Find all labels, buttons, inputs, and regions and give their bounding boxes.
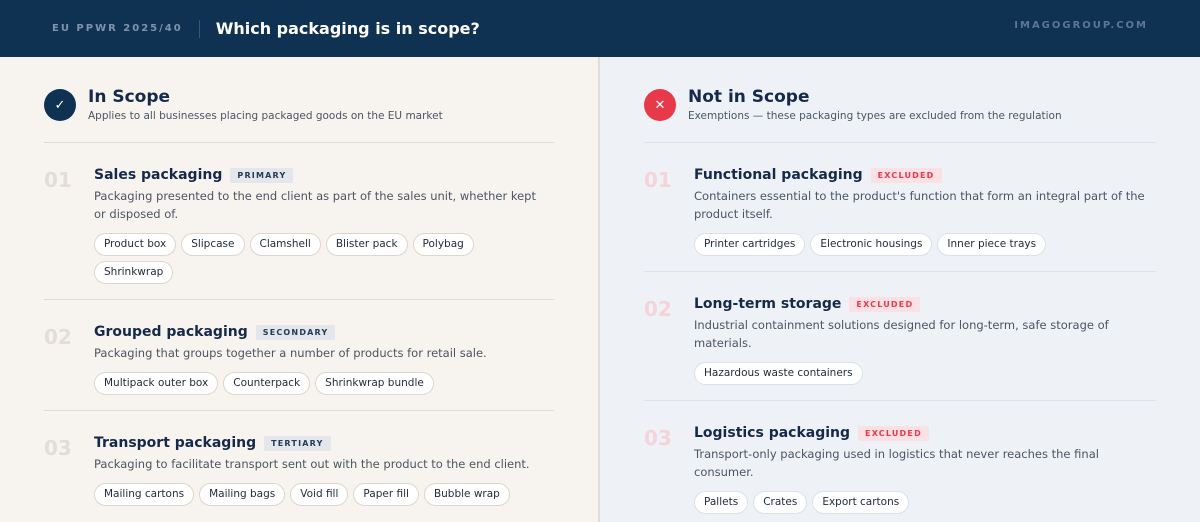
item-title: Grouped packaging <box>94 324 248 340</box>
example-chip: Pallets <box>694 491 749 514</box>
example-chip: Mailing bags <box>199 483 286 506</box>
in-scope-item: 02 Grouped packaging SECONDARY Packaging… <box>44 300 554 411</box>
header-divider <box>198 19 200 38</box>
example-chip: Hazardous waste containers <box>694 362 863 385</box>
item-number: 01 <box>644 168 672 192</box>
example-chip: Bubble wrap <box>423 483 510 506</box>
x-icon: ✕ <box>644 89 676 121</box>
item-number: 01 <box>44 168 72 192</box>
example-chip: Product box <box>94 233 177 256</box>
item-chips: Hazardous waste containers <box>694 362 1152 385</box>
not-in-scope-list: 01 Functional packaging EXCLUDED Contain… <box>644 143 1156 522</box>
not-in-scope-item: 02 Long-term storage EXCLUDED Industrial… <box>644 272 1156 401</box>
item-description: Packaging to facilitate transport sent o… <box>94 457 530 471</box>
item-number: 03 <box>644 426 672 450</box>
item-description: Containers essential to the product's fu… <box>694 189 1145 221</box>
item-title: Long-term storage <box>694 296 842 312</box>
excluded-tag: EXCLUDED <box>858 425 929 441</box>
item-title: Transport packaging <box>94 435 257 451</box>
page-title: Which packaging is in scope? <box>215 19 480 38</box>
item-chips: Printer cartridges Electronic housings I… <box>694 233 1152 256</box>
example-chip: Multipack outer box <box>94 372 219 395</box>
item-description: Packaging that groups together a number … <box>94 346 487 360</box>
example-chip: Export cartons <box>812 491 910 514</box>
item-title: Logistics packaging <box>694 425 851 441</box>
example-chip: Counterpack <box>223 372 311 395</box>
not-in-scope-subtitle: Exemptions — these packaging types are e… <box>688 110 1062 122</box>
in-scope-item: 01 Sales packaging PRIMARY Packaging pre… <box>44 143 554 300</box>
not-in-scope-item: 03 Logistics packaging EXCLUDED Transpor… <box>644 401 1156 522</box>
item-description: Packaging presented to the end client as… <box>94 189 536 221</box>
not-in-scope-header: ✕ Not in Scope Exemptions — these packag… <box>644 87 1156 143</box>
example-chip: Slipcase <box>181 233 245 256</box>
item-number: 03 <box>44 436 72 460</box>
in-scope-item: 03 Transport packaging TERTIARY Packagin… <box>44 411 554 521</box>
excluded-tag: EXCLUDED <box>849 296 921 312</box>
example-chip: Polybag <box>412 233 474 256</box>
item-description: Transport-only packaging used in logisti… <box>694 447 1099 479</box>
example-chip: Clamshell <box>249 233 321 256</box>
brand-link[interactable]: IMAGOGROUP.COM <box>1014 20 1148 31</box>
not-in-scope-panel: ✕ Not in Scope Exemptions — these packag… <box>600 57 1200 522</box>
in-scope-list: 01 Sales packaging PRIMARY Packaging pre… <box>44 143 554 521</box>
in-scope-header: ✓ In Scope Applies to all businesses pla… <box>44 87 554 143</box>
panels: ✓ In Scope Applies to all businesses pla… <box>0 57 1200 522</box>
item-chips: Multipack outer box Counterpack Shrinkwr… <box>94 372 550 395</box>
example-chip: Shrinkwrap <box>94 261 174 284</box>
excluded-tag: EXCLUDED <box>870 167 942 183</box>
example-chip: Crates <box>753 491 808 514</box>
not-in-scope-title: Not in Scope <box>688 87 810 107</box>
item-tag: SECONDARY <box>255 324 336 340</box>
item-title: Sales packaging <box>94 167 223 183</box>
example-chip: Blister pack <box>325 233 408 256</box>
example-chip: Shrinkwrap bundle <box>315 372 434 395</box>
item-number: 02 <box>644 297 672 321</box>
example-chip: Void fill <box>290 483 349 506</box>
item-description: Industrial containment solutions designe… <box>694 318 1109 350</box>
check-icon: ✓ <box>44 89 76 121</box>
example-chip: Electronic housings <box>810 233 933 256</box>
example-chip: Paper fill <box>353 483 419 506</box>
in-scope-subtitle: Applies to all businesses placing packag… <box>88 110 443 122</box>
item-chips: Mailing cartons Mailing bags Void fill P… <box>94 483 550 506</box>
example-chip: Printer cartridges <box>694 233 806 256</box>
not-in-scope-item: 01 Functional packaging EXCLUDED Contain… <box>644 143 1156 272</box>
item-chips: Pallets Crates Export cartons <box>694 491 1152 514</box>
item-number: 02 <box>44 325 72 349</box>
item-title: Functional packaging <box>694 167 863 183</box>
example-chip: Mailing cartons <box>94 483 195 506</box>
top-header: EU PPWR 2025/40 Which packaging is in sc… <box>0 0 1200 57</box>
item-tag: PRIMARY <box>230 167 294 183</box>
in-scope-title: In Scope <box>88 87 171 107</box>
regulation-label: EU PPWR 2025/40 <box>52 23 183 34</box>
item-chips: Product box Slipcase Clamshell Blister p… <box>94 233 550 284</box>
example-chip: Inner piece trays <box>937 233 1047 256</box>
in-scope-panel: ✓ In Scope Applies to all businesses pla… <box>0 57 600 522</box>
item-tag: TERTIARY <box>264 435 331 451</box>
